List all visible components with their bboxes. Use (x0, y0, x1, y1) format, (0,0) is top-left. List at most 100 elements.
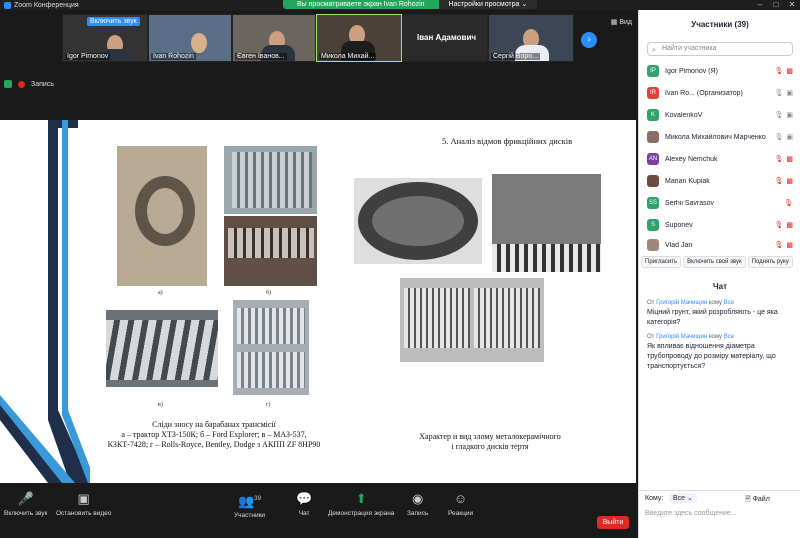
tile-name: Сергій Воро... (491, 53, 540, 60)
photo-disc-3 (400, 278, 544, 362)
participants-icon: 👥39 (238, 493, 261, 509)
tile-name-large: Іван Адамович (417, 33, 477, 42)
video-off-icon: ▩ (786, 178, 793, 185)
sender-name: Григорій Мачищин (656, 334, 708, 340)
slide-decoration (0, 120, 90, 483)
mic-muted-icon: 🎙 (774, 156, 784, 163)
photo-drum-v (106, 310, 218, 387)
meeting-toolbar: 🎤 Включить звук ▣ Остановить видео 👥39 Учас… (0, 483, 636, 538)
participant-search-input[interactable]: ⌕ Найти участника (647, 42, 793, 56)
raise-hand-button[interactable]: Поднять руку (747, 256, 793, 268)
participant-row[interactable]: K KovalenkoV 🎙 ▣ (647, 104, 793, 126)
mic-icon: 🎙 (774, 112, 784, 119)
video-tile[interactable]: Іван Адамович (402, 14, 488, 62)
invite-button[interactable]: Пригласить (641, 256, 682, 268)
mic-icon: 🎙 (774, 90, 784, 97)
chat-header: Чат (713, 282, 727, 291)
participant-row[interactable]: Микола Михайлович Марченко 🎙 ▣ (647, 126, 793, 148)
video-tile[interactable]: Євген Іванов... (232, 14, 316, 62)
label-b: б) (266, 290, 272, 296)
avatar (647, 175, 659, 187)
shield-icon (4, 80, 12, 88)
avatar: S (647, 219, 659, 231)
view-button[interactable]: ▦ Вид (611, 18, 632, 26)
recipient-select[interactable]: Все ⌄ (669, 493, 697, 503)
avatar: IR (647, 87, 659, 99)
mic-muted-icon: 🎙 (774, 222, 784, 229)
record-button[interactable]: ◉ Запись (407, 491, 428, 517)
video-tile[interactable]: Включить звук Igor Pimonov (62, 14, 148, 62)
record-icon: ◉ (411, 491, 424, 506)
mic-muted-icon: 🎙 (774, 242, 784, 249)
next-page-button[interactable]: › (581, 32, 597, 48)
photo-drum-a (117, 146, 207, 286)
maximize-icon[interactable]: □ (768, 0, 784, 10)
zoom-logo-icon (4, 1, 11, 9)
mic-icon: 🎙 (774, 134, 784, 141)
view-options-button[interactable]: Настройки просмотра ⌄ (438, 0, 538, 9)
participants-button[interactable]: 👥39 Участники (234, 491, 265, 519)
participant-row[interactable]: SS Serhii Savrasov 🎙 (647, 192, 793, 214)
photo-drum-b2 (224, 216, 317, 286)
video-tile[interactable]: Ivan Rohozin (148, 14, 232, 62)
recipient-name: Все (723, 300, 735, 306)
message-text: Як впливає відношення діаметра трубопров… (647, 343, 776, 370)
participant-row[interactable]: Marian Kupiak 🎙 ▩ (647, 170, 793, 192)
window-title: Zoom Конференция (14, 1, 79, 9)
sender-name: Григорій Мачищин (656, 300, 708, 306)
avatar: K (647, 109, 659, 121)
tile-name: Igor Pimonov (65, 53, 111, 60)
unmute-prompt[interactable]: Включить звук (87, 17, 140, 26)
stop-video-button[interactable]: ▣ Остановить видео (56, 491, 111, 517)
chat-message: От Григорій Мачищин кому Все Міцний грун… (647, 298, 793, 328)
right-caption: Характер и вид злому металокерамічного і… (419, 432, 561, 451)
chat-input[interactable]: Введите здесь сообщение... (645, 510, 737, 517)
participant-row[interactable]: IP Igor Pimonov (Я) 🎙 ▩ (647, 60, 793, 82)
chat-message: От Григорій Мачищин кому Все Як впливає … (647, 332, 793, 372)
participant-row[interactable]: IR Ivan Ro... (Организатор) 🎙 ▣ (647, 82, 793, 104)
photo-disc-2 (492, 174, 601, 272)
participant-row[interactable]: Vlad Jan 🎙 ▩ (647, 234, 793, 256)
avatar: SS (647, 197, 659, 209)
avatar: IP (647, 65, 659, 77)
photo-drum-g (233, 300, 309, 395)
video-icon: ▣ (786, 134, 793, 141)
video-off-icon: ▩ (786, 68, 793, 75)
avatar (647, 239, 659, 251)
leave-button[interactable]: Выйти (597, 516, 629, 529)
close-icon[interactable]: ✕ (784, 0, 800, 10)
video-icon: ▣ (786, 112, 793, 119)
share-screen-button[interactable]: ⬆ Демонстрация экрана (328, 491, 394, 517)
participant-row[interactable]: AN Alexey Nemchuk 🎙 ▩ (647, 148, 793, 170)
video-tile-active[interactable]: Микола Михай... (316, 14, 402, 62)
participants-header: Участники (39) (691, 20, 749, 29)
video-strip: Включить звук Igor Pimonov Ivan Rohozin … (0, 10, 636, 120)
viewing-screen-label: Вы просматриваете экран Ivan Rohozin (283, 0, 439, 9)
mic-muted-icon: 🎙 (774, 178, 784, 185)
minimize-icon[interactable]: – (752, 0, 768, 10)
recipient-name: Все (723, 334, 735, 340)
participant-row[interactable]: S Suponev 🎙 ▩ (647, 214, 793, 236)
chat-compose: Кому: Все ⌄ 🗎 Файл Введите здесь сообщен… (639, 490, 800, 538)
tile-name: Микола Михай... (319, 53, 377, 60)
unmute-self-button[interactable]: Включить свой звук (683, 256, 746, 268)
file-button[interactable]: 🗎 Файл (745, 495, 770, 506)
avatar: AN (647, 153, 659, 165)
video-tile[interactable]: Сергій Воро... (488, 14, 574, 62)
file-icon: 🗎 (745, 496, 753, 503)
label-v: в) (158, 402, 163, 408)
chat-icon: 💬 (296, 491, 313, 506)
avatar (647, 131, 659, 143)
share-screen-icon: ⬆ (355, 491, 367, 506)
photo-disc-1 (354, 178, 482, 264)
share-banner: Вы просматриваете экран Ivan Rohozin Нас… (283, 0, 538, 9)
unmute-button[interactable]: 🎤 Включить звук (4, 491, 47, 517)
reactions-button[interactable]: ☺ Реакции (448, 491, 473, 517)
mic-muted-icon: 🎤 (17, 491, 34, 506)
window-controls: – □ ✕ (752, 0, 800, 10)
label-g: г) (266, 402, 271, 408)
label-a: а) (158, 290, 163, 296)
mic-muted-icon: 🎙 (784, 200, 793, 207)
chat-button[interactable]: 💬 Чат (296, 491, 312, 517)
mic-muted-icon: 🎙 (774, 68, 784, 75)
